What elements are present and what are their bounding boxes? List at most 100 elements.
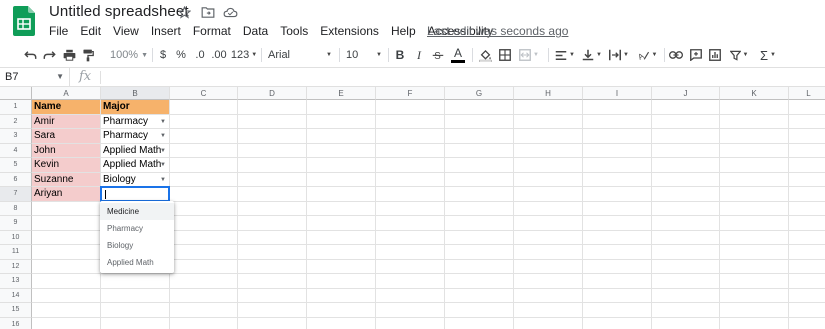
cell-a16[interactable] bbox=[32, 317, 101, 329]
cell-c6[interactable] bbox=[170, 172, 238, 187]
cell-d15[interactable] bbox=[238, 303, 307, 318]
cell-k4[interactable] bbox=[720, 143, 789, 158]
cell-g3[interactable] bbox=[445, 129, 514, 144]
cell-j10[interactable] bbox=[652, 230, 720, 245]
cell-i10[interactable] bbox=[583, 230, 652, 245]
cell-d1[interactable] bbox=[238, 100, 307, 115]
cell-d16[interactable] bbox=[238, 317, 307, 329]
cell-e11[interactable] bbox=[307, 245, 376, 260]
cell-f11[interactable] bbox=[376, 245, 445, 260]
cell-h13[interactable] bbox=[514, 274, 583, 289]
row-header-2[interactable]: 2 bbox=[0, 114, 32, 129]
column-header-g[interactable]: G bbox=[445, 87, 514, 100]
cell-h15[interactable] bbox=[514, 303, 583, 318]
row-header-1[interactable]: 1 bbox=[0, 100, 32, 115]
sheets-logo-icon[interactable] bbox=[13, 6, 35, 36]
cell-k5[interactable] bbox=[720, 158, 789, 173]
cell-h2[interactable] bbox=[514, 114, 583, 129]
cell-d3[interactable] bbox=[238, 129, 307, 144]
cell-a3[interactable]: Sara bbox=[32, 129, 101, 144]
cell-l2[interactable] bbox=[789, 115, 825, 129]
cell-k2[interactable] bbox=[720, 114, 789, 129]
cell-j8[interactable] bbox=[652, 201, 720, 216]
cell-i14[interactable] bbox=[583, 288, 652, 303]
cell-c14[interactable] bbox=[170, 288, 238, 303]
cell-b5[interactable]: Applied Math ▼ bbox=[101, 158, 170, 173]
font-select[interactable]: Arial ▼ bbox=[268, 46, 334, 64]
cell-a5[interactable]: Kevin bbox=[32, 158, 101, 173]
undo-icon[interactable] bbox=[22, 46, 38, 64]
cell-k14[interactable] bbox=[720, 288, 789, 303]
cell-c10[interactable] bbox=[170, 230, 238, 245]
star-icon[interactable] bbox=[177, 5, 192, 20]
move-folder-icon[interactable] bbox=[200, 5, 215, 20]
cell-k15[interactable] bbox=[720, 303, 789, 318]
cell-b2[interactable]: Pharmacy ▼ bbox=[101, 114, 170, 129]
cell-d9[interactable] bbox=[238, 216, 307, 231]
cell-g6[interactable] bbox=[445, 172, 514, 187]
cell-j6[interactable] bbox=[652, 172, 720, 187]
cell-b3[interactable]: Pharmacy ▼ bbox=[101, 129, 170, 144]
cell-k10[interactable] bbox=[720, 230, 789, 245]
cell-f15[interactable] bbox=[376, 303, 445, 318]
cell-h1[interactable] bbox=[514, 100, 583, 115]
row-header-3[interactable]: 3 bbox=[0, 129, 32, 144]
column-header-c[interactable]: C bbox=[170, 87, 238, 100]
cell-g7[interactable] bbox=[445, 187, 514, 202]
cell-a4[interactable]: John bbox=[32, 143, 101, 158]
cell-c11[interactable] bbox=[170, 245, 238, 260]
cell-k16[interactable] bbox=[720, 317, 789, 329]
menu-file[interactable]: File bbox=[43, 24, 74, 38]
cell-l11[interactable] bbox=[789, 245, 825, 260]
row-header-15[interactable]: 15 bbox=[0, 303, 32, 318]
cell-j11[interactable] bbox=[652, 245, 720, 260]
fill-color-icon[interactable] bbox=[477, 46, 493, 64]
cell-g16[interactable] bbox=[445, 317, 514, 329]
column-header-e[interactable]: E bbox=[307, 87, 376, 100]
column-header-h[interactable]: H bbox=[514, 87, 583, 100]
row-header-14[interactable]: 14 bbox=[0, 288, 32, 303]
menu-help[interactable]: Help bbox=[385, 24, 422, 38]
cell-f12[interactable] bbox=[376, 259, 445, 274]
cell-i11[interactable] bbox=[583, 245, 652, 260]
menu-view[interactable]: View bbox=[107, 24, 145, 38]
cell-l12[interactable] bbox=[789, 260, 825, 274]
cell-d7[interactable] bbox=[238, 187, 307, 202]
dropdown-option-medicine[interactable]: Medicine bbox=[100, 203, 174, 220]
cell-e6[interactable] bbox=[307, 172, 376, 187]
cell-a14[interactable] bbox=[32, 288, 101, 303]
cell-k9[interactable] bbox=[720, 216, 789, 231]
cell-b4[interactable]: Applied Math ▼ bbox=[101, 143, 170, 158]
cell-a8[interactable] bbox=[32, 201, 101, 216]
row-header-13[interactable]: 13 bbox=[0, 274, 32, 289]
cell-f9[interactable] bbox=[376, 216, 445, 231]
cell-h14[interactable] bbox=[514, 288, 583, 303]
cell-c8[interactable] bbox=[170, 201, 238, 216]
cell-i13[interactable] bbox=[583, 274, 652, 289]
cell-l9[interactable] bbox=[789, 216, 825, 231]
row-header-8[interactable]: 8 bbox=[0, 201, 32, 216]
cell-f13[interactable] bbox=[376, 274, 445, 289]
cell-c9[interactable] bbox=[170, 216, 238, 231]
cell-i2[interactable] bbox=[583, 114, 652, 129]
cell-j5[interactable] bbox=[652, 158, 720, 173]
cell-c3[interactable] bbox=[170, 129, 238, 144]
currency-format-button[interactable]: $ bbox=[157, 46, 169, 64]
cell-j7[interactable] bbox=[652, 187, 720, 202]
cell-l13[interactable] bbox=[789, 274, 825, 289]
insert-comment-icon[interactable] bbox=[688, 46, 704, 64]
cell-f14[interactable] bbox=[376, 288, 445, 303]
dropdown-arrow-icon[interactable]: ▼ bbox=[160, 129, 166, 143]
cell-a9[interactable] bbox=[32, 216, 101, 231]
row-header-16[interactable]: 16 bbox=[0, 317, 32, 329]
cell-g12[interactable] bbox=[445, 259, 514, 274]
cell-h10[interactable] bbox=[514, 230, 583, 245]
cell-e2[interactable] bbox=[307, 114, 376, 129]
cell-g1[interactable] bbox=[445, 100, 514, 115]
cell-g2[interactable] bbox=[445, 114, 514, 129]
cell-f7[interactable] bbox=[376, 187, 445, 202]
cell-d12[interactable] bbox=[238, 259, 307, 274]
cell-j16[interactable] bbox=[652, 317, 720, 329]
dropdown-option-applied-math[interactable]: Applied Math bbox=[100, 254, 174, 271]
cell-e3[interactable] bbox=[307, 129, 376, 144]
